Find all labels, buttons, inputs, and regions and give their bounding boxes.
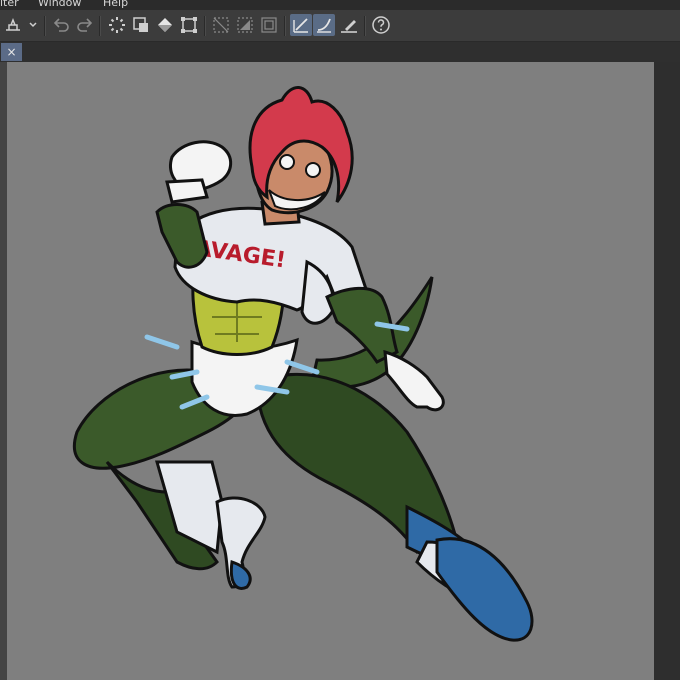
straight-line-icon bbox=[293, 18, 308, 33]
undo-icon bbox=[53, 18, 69, 32]
menu-item-filter[interactable]: iter bbox=[0, 0, 19, 10]
undo-button[interactable] bbox=[50, 14, 72, 36]
select-all-button[interactable] bbox=[234, 14, 256, 36]
command-bar bbox=[0, 10, 680, 42]
draw-line-tool-button[interactable] bbox=[290, 14, 312, 36]
fill-button[interactable] bbox=[154, 14, 176, 36]
stamp-icon bbox=[6, 17, 37, 31]
menu-bar: iter Window Help bbox=[0, 0, 680, 10]
toolbar-separator bbox=[364, 16, 366, 36]
clear-button[interactable] bbox=[130, 14, 152, 36]
document-tab-bar: × bbox=[0, 42, 680, 62]
toolbar-separator bbox=[204, 16, 206, 36]
help-button[interactable] bbox=[370, 14, 392, 36]
ruler-pen-icon bbox=[341, 20, 357, 33]
toolbar-separator bbox=[99, 16, 101, 36]
curve-line-icon bbox=[317, 18, 331, 33]
ruler-tool-button[interactable] bbox=[338, 14, 360, 36]
left-arm bbox=[155, 203, 209, 269]
redo-button[interactable] bbox=[74, 14, 96, 36]
layer-dropdown-button[interactable] bbox=[2, 14, 40, 36]
redo-icon bbox=[77, 18, 93, 32]
deselect-button[interactable] bbox=[258, 14, 280, 36]
select-all-icon bbox=[237, 17, 253, 33]
left-cuff bbox=[165, 178, 209, 204]
right-eye bbox=[305, 162, 321, 178]
transform-button[interactable] bbox=[178, 14, 200, 36]
right-glove bbox=[383, 349, 445, 412]
chevron-down-icon bbox=[29, 22, 37, 28]
clear-icon bbox=[133, 17, 148, 32]
menu-item-window[interactable]: Window bbox=[38, 0, 81, 10]
right-panel-edge bbox=[654, 62, 680, 680]
left-eye bbox=[279, 154, 295, 170]
drawing-canvas[interactable]: SAVAGE! bbox=[7, 62, 654, 680]
tab-close-button[interactable]: × bbox=[1, 43, 22, 61]
transform-icon bbox=[181, 17, 197, 33]
right-boot bbox=[435, 537, 534, 642]
character-artwork: SAVAGE! bbox=[72, 86, 534, 642]
left-boot-tip bbox=[229, 560, 252, 590]
paint-bucket-icon bbox=[158, 18, 172, 32]
menu-item-help[interactable]: Help bbox=[103, 0, 128, 10]
help-icon bbox=[372, 16, 390, 34]
spinner-icon bbox=[109, 17, 125, 33]
curve-tool-button[interactable] bbox=[313, 14, 335, 36]
toolbar-separator bbox=[44, 16, 46, 36]
toolbar-separator bbox=[284, 16, 286, 36]
hide-selection-button[interactable] bbox=[210, 14, 232, 36]
loading-indicator bbox=[106, 14, 128, 36]
hide-selection-icon bbox=[213, 17, 229, 33]
deselect-icon bbox=[261, 17, 277, 33]
